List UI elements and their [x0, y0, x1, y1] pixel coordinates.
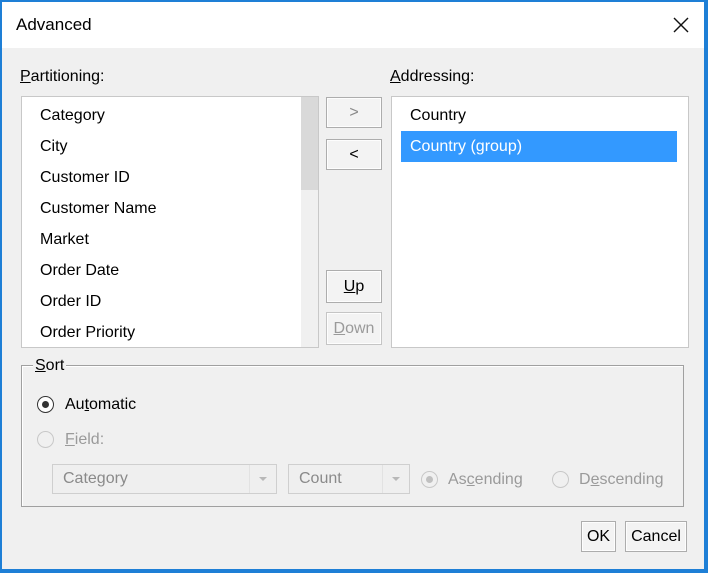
automatic-label[interactable]: Automatic [65, 396, 136, 414]
sort-legend-mnemonic: S [35, 357, 46, 374]
sort-aggregation-combo[interactable]: Count [288, 464, 410, 494]
move-up-button[interactable]: Up [326, 270, 382, 303]
sort-field-value: Category [63, 470, 128, 487]
ascending-label[interactable]: Ascending [448, 471, 523, 489]
chevron-down-icon[interactable] [249, 465, 276, 493]
advanced-dialog: Advanced Partitioning: Category City Cus… [2, 2, 704, 569]
down-label: own [345, 320, 375, 337]
sort-aggregation-value: Count [299, 470, 342, 487]
partitioning-label-mnemonic: P [20, 68, 31, 85]
partitioning-item[interactable]: Customer ID [22, 162, 130, 193]
remove-from-addressing-button[interactable]: < [326, 139, 382, 170]
partitioning-item[interactable]: City [22, 131, 68, 162]
up-label: p [355, 278, 365, 295]
addressing-item-selected[interactable]: Country (group) [401, 131, 677, 162]
automatic-text-b: omatic [89, 396, 137, 413]
add-to-addressing-button[interactable]: > [326, 97, 382, 128]
sort-legend: Sort [33, 357, 67, 375]
addressing-list[interactable]: Country Country (group) [391, 96, 689, 348]
scrollbar-thumb[interactable] [301, 97, 318, 190]
field-label[interactable]: Field: [65, 431, 104, 449]
automatic-radio[interactable] [37, 396, 54, 413]
title-bar: Advanced [2, 2, 704, 48]
descending-radio[interactable] [552, 471, 569, 488]
radio-dot [426, 476, 433, 483]
descending-text-a: D [579, 471, 591, 488]
addressing-label: Addressing: [390, 68, 475, 86]
addressing-label-mnemonic: A [390, 68, 401, 85]
partitioning-label: Partitioning: [20, 68, 105, 86]
radio-dot [42, 401, 49, 408]
field-mnemonic: F [65, 431, 75, 448]
cancel-button[interactable]: Cancel [625, 521, 687, 552]
partitioning-item[interactable]: Order ID [22, 286, 101, 317]
ascending-mnemonic: c [466, 471, 475, 488]
close-x-icon [673, 17, 689, 33]
down-mnemonic: D [333, 320, 346, 337]
up-mnemonic: U [343, 278, 356, 295]
partitioning-item[interactable]: Customer Name [22, 193, 156, 224]
automatic-text-a: Au [65, 396, 85, 413]
partitioning-label-text: artitioning: [30, 68, 105, 85]
field-text: ield: [74, 431, 105, 448]
partitioning-list[interactable]: Category City Customer ID Customer Name … [21, 96, 319, 348]
partitioning-item[interactable]: Order Priority [22, 317, 135, 347]
chevron-down-icon[interactable] [382, 465, 409, 493]
descending-label[interactable]: Descending [579, 471, 664, 489]
ok-button[interactable]: OK [581, 521, 616, 552]
descending-text-b: scending [599, 471, 664, 488]
field-radio[interactable] [37, 431, 54, 448]
ascending-text-b: ending [474, 471, 523, 488]
partitioning-item[interactable]: Category [22, 100, 105, 131]
sort-legend-text: ort [45, 357, 65, 374]
dialog-title: Advanced [16, 15, 92, 34]
sort-field-combo[interactable]: Category [52, 464, 277, 494]
addressing-item[interactable]: Country [392, 100, 466, 131]
addressing-label-text: ddressing: [400, 68, 475, 85]
close-button[interactable] [666, 10, 696, 40]
partitioning-scrollbar[interactable] [301, 97, 318, 347]
move-down-button[interactable]: Down [326, 312, 382, 345]
partitioning-item[interactable]: Order Date [22, 255, 119, 286]
partitioning-item[interactable]: Market [22, 224, 89, 255]
ascending-radio[interactable] [421, 471, 438, 488]
ascending-text-a: As [448, 471, 467, 488]
